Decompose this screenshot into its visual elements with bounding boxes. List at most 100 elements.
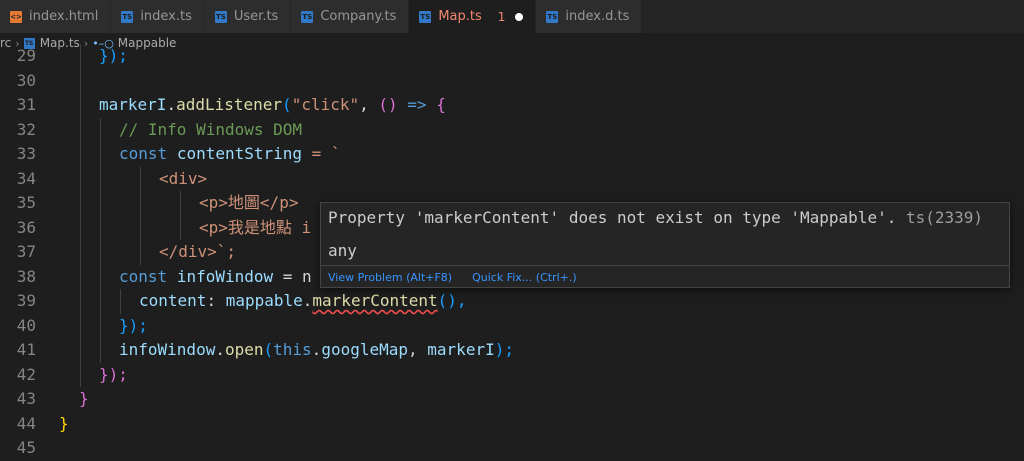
- template-string-token: </div>`;: [159, 242, 237, 261]
- code-text: }: [59, 412, 69, 437]
- indent-guide: [100, 215, 101, 240]
- indent-guide: [100, 117, 101, 142]
- bracket-token: (),: [437, 291, 467, 310]
- code-line: 30: [0, 68, 1024, 93]
- code-line: 40 });: [0, 313, 1024, 339]
- code-text: <p>我是地點 i: [199, 216, 311, 241]
- tab-index-html[interactable]: <> index.html: [0, 0, 112, 33]
- code-line: 43 }: [0, 387, 1024, 412]
- code-line: 41 infoWindow.open(this.googleMap, marke…: [0, 338, 1024, 363]
- line-number: 45: [16, 438, 36, 457]
- line-number: 42: [16, 364, 36, 384]
- code-text: const contentString = `: [119, 142, 341, 167]
- indent-guide: [80, 68, 81, 93]
- identifier-token: markerI: [427, 340, 495, 359]
- tab-label: index.html: [29, 9, 99, 24]
- code-text: </div>`;: [159, 240, 236, 265]
- indent-guide: [80, 240, 81, 265]
- indent-guide: [180, 191, 181, 216]
- ts-file-icon: TS: [214, 10, 227, 23]
- code-text: });: [119, 314, 148, 339]
- indent-guide: [120, 289, 121, 314]
- ts-file-icon: TS: [546, 10, 559, 23]
- code-text: infoWindow.open(this.googleMap, markerI)…: [119, 340, 514, 359]
- indent-guide: [100, 240, 101, 265]
- code-line: 34 <div>: [0, 166, 1024, 192]
- indent-guide: [80, 362, 81, 387]
- tab-index-d-ts[interactable]: TS index.d.ts: [536, 0, 643, 33]
- method-token: open: [224, 340, 264, 359]
- quick-fix-link[interactable]: Quick Fix... (Ctrl+.): [472, 271, 577, 284]
- operator-token: = n: [273, 266, 312, 286]
- error-code: ts(2339): [905, 208, 984, 227]
- line-number: 37: [16, 242, 36, 261]
- indent-guide: [100, 166, 101, 191]
- indent-guide: [140, 215, 141, 240]
- indent-guide: [80, 166, 81, 191]
- tab-index-ts[interactable]: TS index.ts: [111, 0, 205, 33]
- tab-label: Company.ts: [320, 9, 397, 24]
- identifier-token: infoWindow: [176, 266, 274, 286]
- bracket-token: }: [79, 389, 89, 408]
- indent-guide: [80, 191, 81, 216]
- tab-label: Map.ts: [438, 9, 482, 24]
- code-line: 33 const contentString = `: [0, 142, 1024, 167]
- indent-guide: [80, 93, 81, 118]
- unsaved-dot-icon[interactable]: [515, 12, 524, 21]
- indent-guide: [80, 117, 81, 142]
- error-hover-widget: Property 'markerContent' does not exist …: [320, 202, 1010, 288]
- tab-map-ts[interactable]: TS Map.ts 1: [409, 0, 537, 33]
- hover-message: Property 'markerContent' does not exist …: [328, 207, 983, 229]
- string-token: "click": [291, 95, 360, 114]
- code-line: 44 }: [0, 412, 1024, 437]
- identifier-token: infoWindow: [119, 340, 216, 359]
- indent-guide: [80, 44, 81, 69]
- indent-guide: [100, 313, 101, 338]
- tab-user-ts[interactable]: TS User.ts: [204, 0, 292, 33]
- view-problem-link[interactable]: View Problem (Alt+F8): [328, 271, 452, 284]
- ts-file-icon: TS: [301, 10, 314, 23]
- code-text: <div>: [159, 167, 207, 192]
- indent-guide: [80, 338, 81, 363]
- code-text: }: [79, 387, 89, 412]
- indent-guide: [180, 215, 181, 240]
- code-editor[interactable]: 29 }); 30 31 markerI.addListener("click"…: [0, 44, 1024, 461]
- code-text: const infoWindow = n: [119, 265, 312, 290]
- indent-guide: [80, 142, 81, 167]
- code-line: 45: [0, 436, 1024, 461]
- error-squiggle-token[interactable]: markerContent: [312, 291, 437, 310]
- indent-guide: [100, 289, 101, 314]
- code-text: content: mappable.markerContent(),: [139, 291, 467, 310]
- error-message: Property 'markerContent' does not exist …: [328, 208, 897, 227]
- tab-label: User.ts: [233, 9, 279, 24]
- operator-token: = `: [302, 144, 341, 163]
- keyword-token: this: [273, 340, 312, 359]
- tab-label: index.d.ts: [565, 9, 630, 24]
- line-number: 44: [16, 413, 36, 433]
- code-text: });: [99, 363, 128, 388]
- ts-file-icon: TS: [419, 10, 432, 23]
- keyword-token: const: [119, 266, 168, 286]
- hover-type: any: [328, 241, 357, 260]
- code-text: <p>地圖</p>: [199, 191, 298, 216]
- template-string-token: 我是地點 i: [227, 217, 312, 237]
- template-string-token: </p>: [259, 193, 299, 212]
- tab-company-ts[interactable]: TS Company.ts: [291, 0, 410, 33]
- indent-guide: [80, 289, 81, 314]
- comment-token: // Info Windows DOM: [119, 119, 303, 139]
- code-line: 29 });: [0, 44, 1024, 69]
- template-string-token: <p>: [199, 193, 228, 212]
- indent-guide: [140, 191, 141, 216]
- indent-guide: [80, 264, 81, 289]
- indent-guide: [140, 240, 141, 265]
- line-number: 35: [16, 193, 36, 212]
- indent-guide: [100, 338, 101, 363]
- template-string-token: <p>: [199, 217, 228, 237]
- code-line: 39 content: mappable.markerContent(),: [0, 289, 1024, 314]
- line-number: 34: [16, 168, 36, 188]
- hover-actions: View Problem (Alt+F8) Quick Fix... (Ctrl…: [328, 267, 597, 287]
- code-line: 31 markerI.addListener("click", () => {: [0, 93, 1024, 118]
- identifier-token: mappable: [225, 291, 303, 310]
- method-token: addListener: [176, 95, 283, 114]
- template-string-token: 地圖: [227, 193, 260, 212]
